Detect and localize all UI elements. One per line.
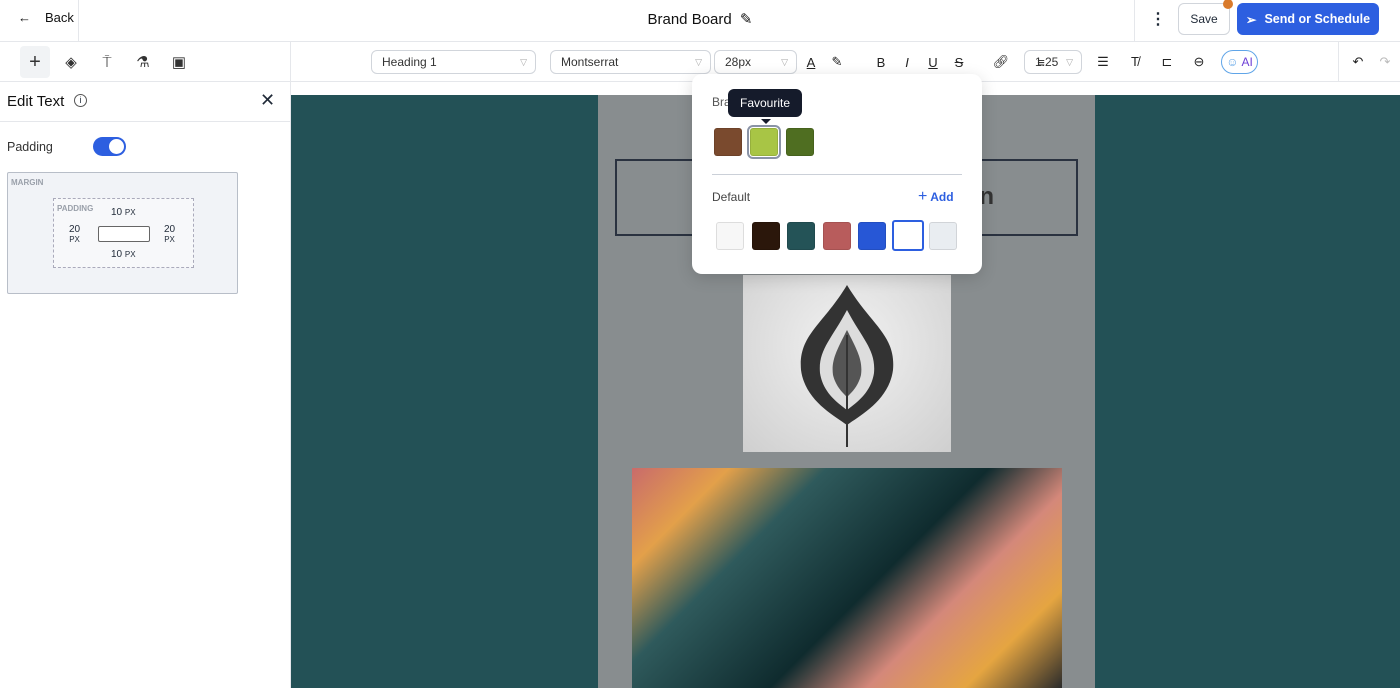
default-color-swatch[interactable] <box>929 222 957 250</box>
color-picker-popover: Bra Favourite Default + Add <box>692 74 982 274</box>
block-type-select[interactable]: Heading 1 ▽ <box>371 50 536 74</box>
line-height-select[interactable]: 1.25 ▽ <box>1024 50 1082 74</box>
value: 10 <box>111 207 123 218</box>
default-color-swatch[interactable] <box>716 222 744 250</box>
margin-label: MARGIN <box>11 178 44 187</box>
margin-box: MARGIN PADDING 10 PX 10 PX 20 PX 20 PX <box>7 172 238 294</box>
padding-box-label: PADDING <box>57 204 94 213</box>
unsaved-indicator <box>1223 0 1233 9</box>
content-box <box>98 226 150 242</box>
redo-icon[interactable]: ↷ <box>1374 54 1396 70</box>
highlight-icon[interactable]: ✎ <box>826 54 848 70</box>
list-icon[interactable]: ☰ <box>1092 54 1114 70</box>
underline-icon[interactable]: U <box>922 55 944 70</box>
add-label: Add <box>930 190 954 204</box>
send-icon: ➢ <box>1245 12 1257 27</box>
unit: PX <box>164 235 175 244</box>
font-select[interactable]: Montserrat ▽ <box>550 50 711 74</box>
clear-format-icon[interactable]: T̸ <box>1124 54 1146 70</box>
divider <box>1338 42 1339 82</box>
text-color-icon[interactable]: A <box>800 55 822 70</box>
chevron-down-icon: ▽ <box>1066 56 1073 67</box>
top-bar: ← Back Brand Board ✎ ⋮ Save ➢ Send or Sche… <box>0 0 1400 42</box>
divider <box>0 121 290 122</box>
button-link-icon[interactable]: ⊖ <box>1188 54 1210 70</box>
chevron-down-icon: ▽ <box>520 56 527 67</box>
unit: PX <box>69 235 80 244</box>
default-colors-label: Default <box>712 190 751 204</box>
plus-icon: + <box>918 188 928 205</box>
chevron-down-icon: ▽ <box>781 56 788 67</box>
merge-tag-icon[interactable]: ⊏ <box>1156 54 1178 70</box>
info-icon[interactable]: i <box>74 94 87 107</box>
layers-icon[interactable]: ◈ <box>56 46 86 78</box>
default-color-swatch[interactable] <box>787 222 815 250</box>
leaf-logo-image[interactable] <box>743 275 951 452</box>
font-value: Montserrat <box>561 55 619 69</box>
line-height-value: 1.25 <box>1035 55 1059 69</box>
font-size-value: 28px <box>725 55 752 69</box>
title-text: Brand Board <box>647 11 732 28</box>
pencil-icon[interactable]: ✎ <box>740 11 753 28</box>
default-color-swatch[interactable] <box>822 222 851 250</box>
padding-right-value[interactable]: 20 PX <box>164 224 175 244</box>
padding-label: Padding <box>7 140 53 154</box>
send-or-schedule-button[interactable]: ➢ Send or Schedule <box>1237 3 1379 35</box>
brand-color-swatch[interactable] <box>714 128 742 156</box>
default-color-swatch[interactable] <box>858 222 886 250</box>
flask-icon[interactable]: ⚗ <box>128 46 158 78</box>
padding-box: PADDING 10 PX 10 PX 20 PX 20 PX <box>53 198 194 268</box>
padding-bottom-value[interactable]: 10 PX <box>111 249 136 260</box>
padding-top-value[interactable]: 10 PX <box>111 207 136 218</box>
block-type-value: Heading 1 <box>382 55 437 69</box>
default-color-swatch[interactable] <box>751 222 780 250</box>
divider <box>290 42 291 82</box>
undo-icon[interactable]: ↶ <box>1347 54 1369 70</box>
save-button[interactable]: Save <box>1178 3 1230 35</box>
bold-icon[interactable]: B <box>870 55 892 70</box>
italic-icon[interactable]: I <box>896 55 918 70</box>
close-icon[interactable]: ✕ <box>260 90 275 111</box>
unit: PX <box>124 250 136 259</box>
chevron-down-icon: ▽ <box>695 56 702 67</box>
abstract-wave-image[interactable] <box>632 468 1062 688</box>
robot-icon: ☺ <box>1226 55 1239 69</box>
unit: PX <box>124 208 136 217</box>
ai-button[interactable]: ☺ AI <box>1221 50 1258 74</box>
strikethrough-icon[interactable]: S <box>948 55 970 70</box>
value: 20 <box>69 224 81 235</box>
value: 20 <box>164 224 176 235</box>
save-icon[interactable]: ▣ <box>164 46 194 78</box>
divider <box>1134 0 1135 42</box>
leaf-graphic <box>800 285 894 447</box>
more-options-icon[interactable]: ⋮ <box>1150 9 1166 29</box>
edit-text-panel: Edit Text i ✕ Padding MARGIN PADDING 10 … <box>0 82 291 688</box>
value: 10 <box>111 249 123 260</box>
brand-color-swatch[interactable] <box>786 128 814 156</box>
panel-title: Edit Text <box>7 93 65 110</box>
padding-toggle[interactable] <box>93 137 126 156</box>
ai-label: AI <box>1241 55 1253 69</box>
send-label: Send or Schedule <box>1264 12 1371 26</box>
default-color-swatch[interactable] <box>891 220 924 251</box>
font-size-select[interactable]: 28px ▽ <box>714 50 797 74</box>
paint-roller-icon[interactable]: ⍑ <box>92 46 122 78</box>
add-icon[interactable]: + <box>20 46 50 78</box>
divider <box>712 174 962 175</box>
padding-left-value[interactable]: 20 PX <box>69 224 80 244</box>
add-color-button[interactable]: + Add <box>918 188 954 206</box>
favourite-tooltip: Favourite <box>728 89 803 117</box>
brand-color-swatch[interactable] <box>747 125 781 159</box>
link-icon[interactable]: 🔗︎ <box>990 54 1012 70</box>
